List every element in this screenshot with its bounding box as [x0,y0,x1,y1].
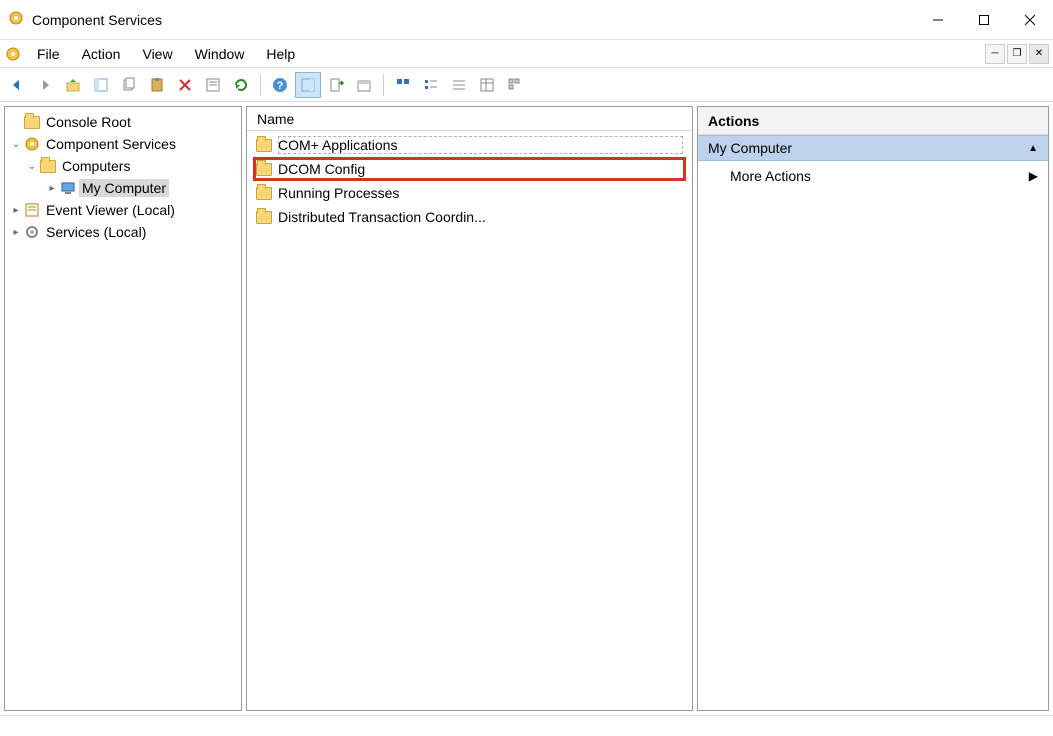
delete-button[interactable] [172,72,198,98]
computer-icon [59,180,77,196]
app-menu-icon[interactable] [0,46,26,62]
list-item-label: Running Processes [278,185,399,201]
folder-icon [256,187,272,200]
console-tree-pane: ▸ Console Root ⌄ Component Services ⌄ Co… [4,106,242,711]
folder-icon [256,163,272,176]
tree-node-computers[interactable]: ⌄ Computers [5,155,241,177]
new-window-button[interactable] [351,72,377,98]
tree-node-label: Computers [59,157,133,175]
list-item-com-applications[interactable]: COM+ Applications [253,133,686,157]
tree-node-label: Event Viewer (Local) [43,201,178,219]
gear-icon [23,136,41,152]
details-list-pane: Name COM+ Applications DCOM Config Runni… [246,106,693,711]
tree-node-label: Services (Local) [43,223,149,241]
help-button[interactable]: ? [267,72,293,98]
actions-context-label: My Computer [708,140,792,156]
tree-node-my-computer[interactable]: ▸ My Computer [5,177,241,199]
close-button[interactable] [1007,0,1053,39]
chevron-down-icon[interactable]: ⌄ [9,139,23,150]
actions-pane-title: Actions [698,107,1048,135]
list-item-label: DCOM Config [278,161,365,177]
mdi-close-button[interactable]: ✕ [1029,44,1049,64]
statusbar [0,716,1053,736]
mdi-restore-button[interactable]: ❐ [1007,44,1027,64]
console-tree: ▸ Console Root ⌄ Component Services ⌄ Co… [5,107,241,247]
chevron-down-icon[interactable]: ⌄ [25,161,39,172]
list-item-dcom-config[interactable]: DCOM Config [253,157,686,181]
menu-view[interactable]: View [131,40,183,68]
list-item-label: Distributed Transaction Coordin... [278,209,486,225]
tree-node-console-root[interactable]: ▸ Console Root [5,111,241,133]
paste-button[interactable] [144,72,170,98]
list-item-label: COM+ Applications [278,137,488,153]
show-hide-action-button[interactable] [295,72,321,98]
maximize-button[interactable] [961,0,1007,39]
folder-icon [39,160,57,173]
actions-pane: Actions My Computer ▲ More Actions ▶ [697,106,1049,711]
view-tiles-button[interactable] [502,72,528,98]
tree-node-label: Console Root [43,113,134,131]
view-mode-2-button[interactable] [418,72,444,98]
chevron-up-icon: ▲ [1028,143,1038,154]
properties-button[interactable] [200,72,226,98]
mdi-minimize-button[interactable]: ─ [985,44,1005,64]
toolbar: ? [0,68,1053,102]
toolbar-separator [260,74,261,96]
menu-help[interactable]: Help [255,40,306,68]
chevron-right-icon[interactable]: ▸ [9,227,23,238]
main-content: ▸ Console Root ⌄ Component Services ⌄ Co… [0,102,1053,716]
actions-context-header[interactable]: My Computer ▲ [698,135,1048,161]
chevron-right-icon[interactable]: ▸ [45,183,59,194]
actions-item-more-actions[interactable]: More Actions ▶ [698,161,1048,191]
chevron-right-icon[interactable]: ▸ [9,205,23,216]
refresh-button[interactable] [228,72,254,98]
titlebar: Component Services [0,0,1053,40]
list-body: COM+ Applications DCOM Config Running Pr… [247,131,692,231]
show-hide-tree-button[interactable] [88,72,114,98]
app-icon [8,10,24,29]
back-button[interactable] [4,72,30,98]
view-mode-3-button[interactable] [446,72,472,98]
view-mode-1-button[interactable] [390,72,416,98]
list-item-dtc[interactable]: Distributed Transaction Coordin... [253,205,686,229]
services-icon [23,224,41,240]
toolbar-separator [383,74,384,96]
tree-node-label: My Computer [79,179,169,197]
tree-node-services[interactable]: ▸ Services (Local) [5,221,241,243]
tree-node-event-viewer[interactable]: ▸ Event Viewer (Local) [5,199,241,221]
actions-item-label: More Actions [730,168,811,184]
up-folder-button[interactable] [60,72,86,98]
folder-icon [256,211,272,224]
window-controls [915,0,1053,39]
chevron-right-icon: ▶ [1029,169,1038,183]
forward-button[interactable] [32,72,58,98]
list-item-running-processes[interactable]: Running Processes [253,181,686,205]
list-column-header[interactable]: Name [247,107,692,131]
menu-action[interactable]: Action [71,40,132,68]
tree-node-label: Component Services [43,135,179,153]
svg-text:?: ? [277,80,284,92]
folder-icon [23,116,41,129]
window-title: Component Services [32,12,162,28]
folder-icon [256,139,272,152]
menu-file[interactable]: File [26,40,71,68]
menubar: File Action View Window Help ─ ❐ ✕ [0,40,1053,68]
tree-node-component-services[interactable]: ⌄ Component Services [5,133,241,155]
view-detail-button[interactable] [474,72,500,98]
export-list-button[interactable] [323,72,349,98]
minimize-button[interactable] [915,0,961,39]
menu-window[interactable]: Window [184,40,256,68]
eventviewer-icon [23,202,41,218]
copy-button[interactable] [116,72,142,98]
